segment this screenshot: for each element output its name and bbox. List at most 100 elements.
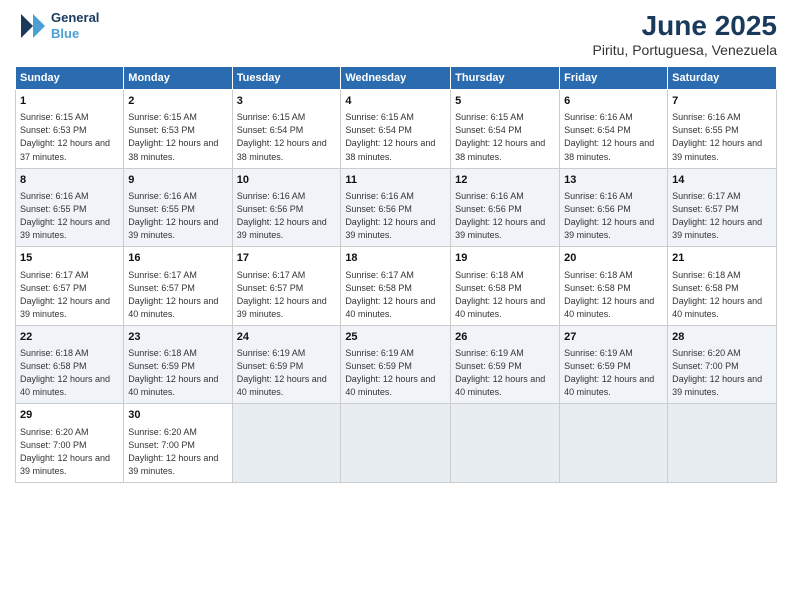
calendar-cell — [232, 404, 341, 483]
week-row-5: 29 Sunrise: 6:20 AMSunset: 7:00 PMDayligh… — [16, 404, 777, 483]
day-number: 24 — [237, 330, 337, 345]
calendar-cell: 20 Sunrise: 6:18 AMSunset: 6:58 PMDayligh… — [560, 247, 668, 326]
day-info: Sunrise: 6:15 AMSunset: 6:54 PMDaylight:… — [237, 111, 337, 163]
week-row-2: 8 Sunrise: 6:16 AMSunset: 6:55 PMDaylight… — [16, 168, 777, 247]
day-info: Sunrise: 6:18 AMSunset: 6:59 PMDaylight:… — [128, 347, 227, 399]
day-info: Sunrise: 6:15 AMSunset: 6:53 PMDaylight:… — [128, 111, 227, 163]
calendar-cell: 7 Sunrise: 6:16 AMSunset: 6:55 PMDaylight… — [668, 90, 777, 169]
day-info: Sunrise: 6:16 AMSunset: 6:56 PMDaylight:… — [345, 190, 446, 242]
calendar-cell: 13Sunrise: 6:16 AMSunset: 6:56 PMDayligh… — [560, 168, 668, 247]
day-info: Sunrise: 6:18 AMSunset: 6:58 PMDaylight:… — [20, 347, 119, 399]
day-info: Sunrise: 6:18 AMSunset: 6:58 PMDaylight:… — [672, 269, 772, 321]
calendar-header: Sunday Monday Tuesday Wednesday Thursday… — [16, 67, 777, 90]
calendar-cell: 6Sunrise: 6:16 AMSunset: 6:54 PMDaylight… — [560, 90, 668, 169]
calendar-cell: 14 Sunrise: 6:17 AMSunset: 6:57 PMDayligh… — [668, 168, 777, 247]
day-number: 7 — [672, 94, 772, 109]
calendar-cell: 10 Sunrise: 6:16 AMSunset: 6:56 PMDayligh… — [232, 168, 341, 247]
calendar-cell: 4 Sunrise: 6:15 AMSunset: 6:54 PMDaylight… — [341, 90, 451, 169]
calendar-cell: 27 Sunrise: 6:19 AMSunset: 6:59 PMDayligh… — [560, 325, 668, 404]
calendar-cell: 2 Sunrise: 6:15 AMSunset: 6:53 PMDaylight… — [124, 90, 232, 169]
day-info: Sunrise: 6:19 AMSunset: 6:59 PMDaylight:… — [455, 347, 555, 399]
day-info: Sunrise: 6:16 AMSunset: 6:56 PMDaylight:… — [237, 190, 337, 242]
day-info: Sunrise: 6:19 AMSunset: 6:59 PMDaylight:… — [237, 347, 337, 399]
calendar-cell: 19Sunrise: 6:18 AMSunset: 6:58 PMDayligh… — [451, 247, 560, 326]
day-info: Sunrise: 6:16 AMSunset: 6:56 PMDaylight:… — [455, 190, 555, 242]
calendar-cell: 5Sunrise: 6:15 AMSunset: 6:54 PMDaylight… — [451, 90, 560, 169]
day-number: 1 — [20, 94, 119, 109]
calendar-cell — [341, 404, 451, 483]
calendar-cell: 18Sunrise: 6:17 AMSunset: 6:58 PMDayligh… — [341, 247, 451, 326]
day-info: Sunrise: 6:20 AMSunset: 7:00 PMDaylight:… — [128, 426, 227, 478]
col-wednesday: Wednesday — [341, 67, 451, 90]
day-number: 30 — [128, 408, 227, 423]
calendar-cell: 23 Sunrise: 6:18 AMSunset: 6:59 PMDayligh… — [124, 325, 232, 404]
calendar-cell: 8 Sunrise: 6:16 AMSunset: 6:55 PMDaylight… — [16, 168, 124, 247]
day-number: 22 — [20, 330, 119, 345]
day-info: Sunrise: 6:17 AMSunset: 6:57 PMDaylight:… — [672, 190, 772, 242]
week-row-1: 1 Sunrise: 6:15 AMSunset: 6:53 PMDaylight… — [16, 90, 777, 169]
calendar-cell: 3 Sunrise: 6:15 AMSunset: 6:54 PMDaylight… — [232, 90, 341, 169]
col-tuesday: Tuesday — [232, 67, 341, 90]
logo-icon — [15, 10, 47, 42]
calendar-cell: 9 Sunrise: 6:16 AMSunset: 6:55 PMDaylight… — [124, 168, 232, 247]
day-info: Sunrise: 6:16 AMSunset: 6:56 PMDaylight:… — [564, 190, 663, 242]
day-info: Sunrise: 6:18 AMSunset: 6:58 PMDaylight:… — [564, 269, 663, 321]
day-number: 23 — [128, 330, 227, 345]
calendar-table: Sunday Monday Tuesday Wednesday Thursday… — [15, 66, 777, 483]
logo-text: General Blue — [51, 10, 99, 41]
calendar-cell: 21Sunrise: 6:18 AMSunset: 6:58 PMDayligh… — [668, 247, 777, 326]
day-number: 15 — [20, 251, 119, 266]
day-number: 28 — [672, 330, 772, 345]
day-number: 25 — [345, 330, 446, 345]
col-saturday: Saturday — [668, 67, 777, 90]
day-info: Sunrise: 6:19 AMSunset: 6:59 PMDaylight:… — [564, 347, 663, 399]
header: General Blue June 2025 Piritu, Portugues… — [15, 10, 777, 58]
day-info: Sunrise: 6:15 AMSunset: 6:54 PMDaylight:… — [345, 111, 446, 163]
week-row-4: 22 Sunrise: 6:18 AMSunset: 6:58 PMDayligh… — [16, 325, 777, 404]
day-number: 11 — [345, 173, 446, 188]
day-number: 5 — [455, 94, 555, 109]
calendar-cell: 11 Sunrise: 6:16 AMSunset: 6:56 PMDayligh… — [341, 168, 451, 247]
calendar-cell — [451, 404, 560, 483]
day-info: Sunrise: 6:16 AMSunset: 6:55 PMDaylight:… — [128, 190, 227, 242]
calendar-cell: 25 Sunrise: 6:19 AMSunset: 6:59 PMDayligh… — [341, 325, 451, 404]
calendar-body: 1 Sunrise: 6:15 AMSunset: 6:53 PMDaylight… — [16, 90, 777, 483]
day-info: Sunrise: 6:16 AMSunset: 6:54 PMDaylight:… — [564, 111, 663, 163]
day-number: 8 — [20, 173, 119, 188]
day-number: 9 — [128, 173, 227, 188]
calendar-cell: 22 Sunrise: 6:18 AMSunset: 6:58 PMDayligh… — [16, 325, 124, 404]
main-title: June 2025 — [593, 10, 777, 42]
subtitle: Piritu, Portuguesa, Venezuela — [593, 42, 777, 58]
calendar-cell: 17 Sunrise: 6:17 AMSunset: 6:57 PMDayligh… — [232, 247, 341, 326]
day-info: Sunrise: 6:16 AMSunset: 6:55 PMDaylight:… — [20, 190, 119, 242]
calendar-cell — [668, 404, 777, 483]
day-number: 3 — [237, 94, 337, 109]
day-number: 4 — [345, 94, 446, 109]
col-monday: Monday — [124, 67, 232, 90]
day-info: Sunrise: 6:17 AMSunset: 6:57 PMDaylight:… — [128, 269, 227, 321]
day-number: 29 — [20, 408, 119, 423]
day-number: 27 — [564, 330, 663, 345]
day-info: Sunrise: 6:17 AMSunset: 6:58 PMDaylight:… — [345, 269, 446, 321]
day-number: 20 — [564, 251, 663, 266]
week-row-3: 15 Sunrise: 6:17 AMSunset: 6:57 PMDayligh… — [16, 247, 777, 326]
day-number: 16 — [128, 251, 227, 266]
day-number: 14 — [672, 173, 772, 188]
calendar-cell: 26Sunrise: 6:19 AMSunset: 6:59 PMDayligh… — [451, 325, 560, 404]
day-info: Sunrise: 6:15 AMSunset: 6:53 PMDaylight:… — [20, 111, 119, 163]
calendar-cell: 29 Sunrise: 6:20 AMSunset: 7:00 PMDayligh… — [16, 404, 124, 483]
calendar-cell — [560, 404, 668, 483]
day-number: 17 — [237, 251, 337, 266]
day-info: Sunrise: 6:16 AMSunset: 6:55 PMDaylight:… — [672, 111, 772, 163]
page: General Blue June 2025 Piritu, Portugues… — [0, 0, 792, 612]
calendar-cell: 12Sunrise: 6:16 AMSunset: 6:56 PMDayligh… — [451, 168, 560, 247]
day-info: Sunrise: 6:19 AMSunset: 6:59 PMDaylight:… — [345, 347, 446, 399]
calendar-cell: 15Sunrise: 6:17 AMSunset: 6:57 PMDayligh… — [16, 247, 124, 326]
day-number: 2 — [128, 94, 227, 109]
day-info: Sunrise: 6:20 AMSunset: 7:00 PMDaylight:… — [672, 347, 772, 399]
day-info: Sunrise: 6:20 AMSunset: 7:00 PMDaylight:… — [20, 426, 119, 478]
day-number: 10 — [237, 173, 337, 188]
day-info: Sunrise: 6:17 AMSunset: 6:57 PMDaylight:… — [237, 269, 337, 321]
col-friday: Friday — [560, 67, 668, 90]
col-thursday: Thursday — [451, 67, 560, 90]
